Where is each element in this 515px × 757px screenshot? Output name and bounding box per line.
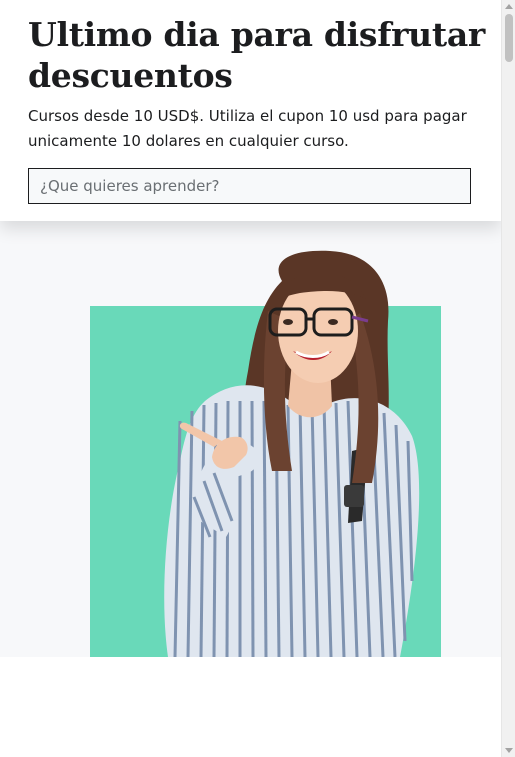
scroll-up-icon[interactable] <box>505 4 513 9</box>
vertical-scrollbar[interactable] <box>501 0 515 757</box>
search-box[interactable] <box>28 168 471 204</box>
hero-title: Ultimo dia para disfrutar descuentos <box>28 15 485 95</box>
search-input[interactable] <box>29 169 470 203</box>
person-pointing-image <box>164 250 420 657</box>
hero-subtitle: Cursos desde 10 USD$. Utiliza el cupon 1… <box>28 107 467 150</box>
lower-content-area <box>0 657 501 757</box>
promo-image-section <box>0 221 501 657</box>
scrollbar-thumb[interactable] <box>505 14 513 62</box>
page-viewport: Ultimo dia para disfrutar descuentos Cur… <box>0 0 515 757</box>
scroll-down-icon[interactable] <box>505 748 513 753</box>
hero-banner: Ultimo dia para disfrutar descuentos Cur… <box>0 0 501 221</box>
